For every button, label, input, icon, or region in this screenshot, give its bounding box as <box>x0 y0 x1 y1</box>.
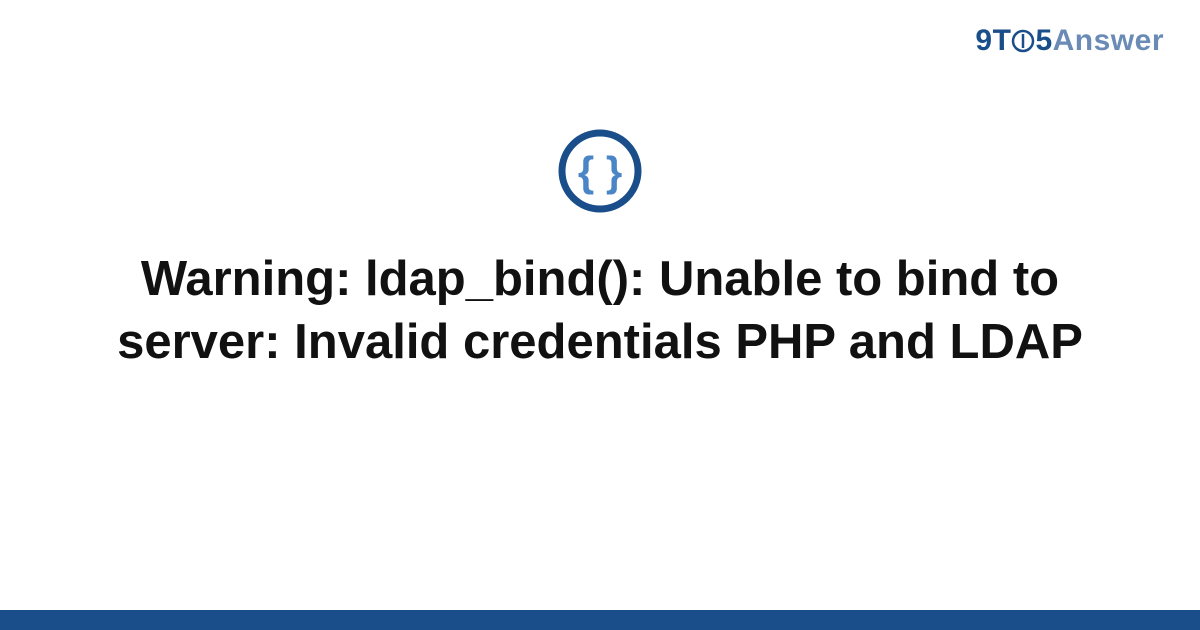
brand-logo: 9T 5Answer <box>975 24 1164 58</box>
footer-accent-bar <box>0 610 1200 630</box>
brand-circle-letter <box>1011 24 1035 58</box>
svg-text:{ }: { } <box>578 148 622 195</box>
page-title: Warning: ldap_bind(): Unable to bind to … <box>60 248 1140 373</box>
brand-mid: 5 <box>1035 24 1052 57</box>
brand-prefix: 9T <box>975 24 1011 57</box>
headline-container: Warning: ldap_bind(): Unable to bind to … <box>0 248 1200 373</box>
braces-icon: { } <box>557 128 643 219</box>
brand-suffix: Answer <box>1053 24 1164 57</box>
